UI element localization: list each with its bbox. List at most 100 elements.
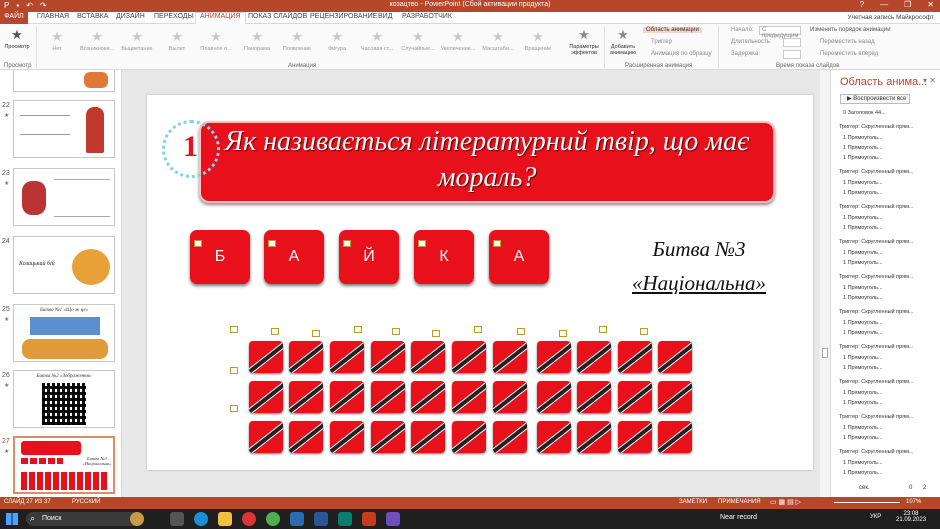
animation-item[interactable]: 1 Прямоуголь... (843, 365, 940, 371)
animation-item[interactable]: 1 Прямоуголь... (843, 295, 940, 301)
letter-tile-2[interactable]: А (264, 230, 324, 284)
trigger-icon[interactable] (343, 240, 351, 247)
clock[interactable]: 23:08 21.09.2023 (896, 511, 926, 523)
add-animation-button[interactable]: ★ Добавить анимацию (606, 28, 640, 57)
keyboard-language[interactable]: УКР (870, 514, 881, 520)
answer-tile[interactable] (289, 381, 323, 413)
answer-tile[interactable] (249, 381, 283, 413)
animation-item[interactable]: 1 Прямоуголь... (843, 285, 940, 291)
answer-tile[interactable] (249, 421, 283, 453)
minimize-button[interactable]: — (880, 0, 888, 9)
trigger-icon[interactable] (432, 330, 440, 337)
answer-tile[interactable] (411, 381, 445, 413)
animation-item[interactable]: 1 Прямоуголь... (843, 155, 940, 161)
slide-scrollbar[interactable] (820, 70, 830, 497)
answer-tile[interactable] (371, 421, 405, 453)
answer-tile[interactable] (411, 421, 445, 453)
notes-button[interactable]: ЗАМЕТКИ (679, 499, 707, 505)
effect-fly[interactable]: ★ Вылет (160, 30, 194, 53)
search-highlight-icon[interactable] (130, 512, 144, 526)
answer-tile[interactable] (330, 341, 364, 373)
trigger-button[interactable]: Триггер (651, 39, 672, 45)
trigger-icon[interactable] (599, 326, 607, 333)
tab-insert[interactable]: ВСТАВКА (77, 13, 108, 20)
task-view-icon[interactable] (170, 512, 184, 526)
play-all-button[interactable]: ▶ Воспроизвести все (840, 94, 910, 104)
search-box[interactable]: ⌕ Поиск (26, 512, 144, 526)
store-icon[interactable] (290, 512, 304, 526)
start-select[interactable]: С предыдущим (759, 26, 801, 39)
view-buttons[interactable]: ▭ ▦ ▤ ▷ (770, 498, 801, 506)
trigger-header[interactable]: Триггер: Скругленный прям... (839, 344, 940, 350)
answer-tile[interactable] (289, 421, 323, 453)
trigger-icon[interactable] (312, 330, 320, 337)
effect-none[interactable]: ★ Нет (42, 30, 72, 53)
weather-widget[interactable]: Near record (720, 514, 757, 521)
answer-tile[interactable] (577, 341, 611, 373)
animation-item[interactable]: 1 Прямоуголь... (843, 400, 940, 406)
account-name[interactable]: Учетная запись Майкрософт (847, 14, 934, 21)
trigger-header[interactable]: Триггер: Скругленный прям... (839, 449, 940, 455)
windows-start-icon[interactable] (6, 513, 18, 525)
animation-item[interactable]: 1 Прямоуголь... (843, 250, 940, 256)
trigger-icon[interactable] (230, 405, 238, 412)
animation-item[interactable]: 1 Прямоуголь... (843, 215, 940, 221)
move-earlier-button[interactable]: Переместить назад (820, 39, 875, 45)
effect-wheel[interactable]: ★ Часовая ст... (358, 30, 396, 53)
slide-thumbnail-21[interactable] (13, 70, 115, 92)
answer-tile[interactable] (249, 341, 283, 373)
duration-input[interactable] (783, 38, 801, 47)
answer-tile[interactable] (452, 421, 486, 453)
letter-tile-5[interactable]: А (489, 230, 549, 284)
animation-item[interactable]: 1 Прямоуголь... (843, 180, 940, 186)
slide-thumbnail-26[interactable]: Битва №2 «Зображення» (13, 370, 115, 428)
effect-appear[interactable]: ★ Возникнове... (80, 30, 114, 53)
trigger-icon[interactable] (474, 326, 482, 333)
answer-tile[interactable] (658, 381, 692, 413)
letter-tile-1[interactable]: Б (190, 230, 250, 284)
answer-tile[interactable] (411, 341, 445, 373)
answer-tile[interactable] (330, 421, 364, 453)
effect-options-button[interactable]: ★ Параметры эффектов (566, 28, 602, 57)
letter-tile-4[interactable]: К (414, 230, 474, 284)
close-icon[interactable]: ▾ ✕ (923, 76, 936, 85)
answer-tile[interactable] (618, 341, 652, 373)
animation-item[interactable]: 1 Прямоуголь... (843, 260, 940, 266)
answer-tile[interactable] (371, 381, 405, 413)
trigger-icon[interactable] (418, 240, 426, 247)
effect-show[interactable]: ★ Появление (280, 30, 314, 53)
answer-tile[interactable] (618, 381, 652, 413)
app-icon[interactable] (386, 512, 400, 526)
word-icon[interactable] (314, 512, 328, 526)
trigger-icon[interactable] (268, 240, 276, 247)
animation-item[interactable]: 1 Прямоуголь... (843, 435, 940, 441)
trigger-icon[interactable] (194, 240, 202, 247)
edge-icon[interactable] (194, 512, 208, 526)
animation-item[interactable]: 1 Прямоуголь... (843, 470, 940, 476)
animation-item[interactable]: 0 Заголовок 44... (843, 110, 940, 116)
answer-tile[interactable] (371, 341, 405, 373)
animation-item[interactable]: 1 Прямоуголь... (843, 460, 940, 466)
animation-item[interactable]: 1 Прямоуголь... (843, 355, 940, 361)
effect-grow[interactable]: ★ Увеличение... (440, 30, 476, 53)
answer-tile[interactable] (537, 341, 571, 373)
answer-tile[interactable] (658, 341, 692, 373)
slide-thumbnail-22[interactable] (13, 100, 115, 158)
effect-float[interactable]: ★ Плавное п... (198, 30, 234, 53)
tab-transitions[interactable]: ПЕРЕХОДЫ (154, 13, 194, 20)
trigger-icon[interactable] (493, 240, 501, 247)
zoom-slider[interactable] (834, 502, 900, 503)
powerpoint-taskbar-icon[interactable] (362, 512, 376, 526)
opera-icon[interactable] (242, 512, 256, 526)
animation-item[interactable]: 1 Прямоуголь... (843, 190, 940, 196)
animation-pane-button[interactable]: Область анимации (643, 27, 702, 33)
close-button[interactable]: ✕ (927, 0, 934, 9)
slide-thumbnail-23[interactable] (13, 168, 115, 226)
trigger-icon[interactable] (230, 326, 238, 333)
answer-tile[interactable] (537, 381, 571, 413)
tab-review[interactable]: РЕЦЕНЗИРОВАНИЕ (310, 13, 377, 20)
effect-random[interactable]: ★ Случайные... (400, 30, 436, 53)
answer-tile[interactable] (452, 381, 486, 413)
restore-button[interactable]: ❐ (904, 0, 911, 9)
trigger-icon[interactable] (559, 330, 567, 337)
